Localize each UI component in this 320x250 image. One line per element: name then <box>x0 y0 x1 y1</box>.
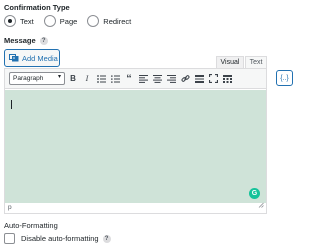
horizontal-rule-icon[interactable] <box>193 73 205 85</box>
link-icon[interactable] <box>179 73 191 85</box>
format-dropdown-value: Paragraph <box>13 75 44 82</box>
resize-handle-icon[interactable] <box>258 202 264 212</box>
bullet-list-icon[interactable] <box>95 73 107 85</box>
align-left-icon[interactable] <box>137 73 149 85</box>
add-media-button[interactable]: Add Media <box>4 49 60 67</box>
fullscreen-icon[interactable] <box>207 73 219 85</box>
grammarly-icon[interactable]: G <box>249 188 260 199</box>
help-icon[interactable]: ? <box>39 36 48 45</box>
auto-formatting-option: Disable auto-formatting ? <box>4 233 111 244</box>
italic-icon[interactable]: I <box>81 73 93 85</box>
message-field-label: Message ? <box>4 36 48 45</box>
merge-tags-button[interactable]: {..} <box>276 70 293 86</box>
text-caret <box>11 100 12 109</box>
confirmation-type-radios: Text Page Redirect <box>4 14 141 28</box>
chevron-down-icon: ▾ <box>57 74 61 80</box>
radio-text-label: Text <box>20 16 34 26</box>
radio-circle-redirect[interactable] <box>87 15 100 27</box>
disable-auto-formatting-label[interactable]: Disable auto-formatting <box>21 234 99 243</box>
bold-icon[interactable]: B <box>67 73 79 85</box>
align-center-icon[interactable] <box>151 73 163 85</box>
auto-formatting-label: Auto-Formatting <box>4 221 58 230</box>
confirmation-type-label: Confirmation Type <box>4 3 70 12</box>
radio-text[interactable]: Text <box>4 15 34 27</box>
align-right-icon[interactable] <box>165 73 177 85</box>
help-icon[interactable]: ? <box>102 234 111 243</box>
blockquote-icon[interactable]: “ <box>123 73 135 85</box>
tab-visual[interactable]: Visual <box>216 56 244 68</box>
add-media-label: Add Media <box>22 53 58 63</box>
tab-text[interactable]: Text <box>245 56 267 68</box>
format-dropdown[interactable]: Paragraph ▾ <box>9 72 65 85</box>
editor-content-area[interactable]: G <box>5 90 266 203</box>
radio-page[interactable]: Page <box>43 15 78 27</box>
rich-text-editor: Paragraph ▾ B I “ G p <box>4 68 267 214</box>
editor-status-bar: p <box>5 202 266 213</box>
editor-toolbar: Paragraph ▾ B I “ <box>5 69 266 89</box>
radio-redirect-label: Redirect <box>103 16 132 26</box>
media-icon <box>9 53 22 64</box>
radio-page-label: Page <box>59 16 78 26</box>
disable-auto-formatting-checkbox[interactable] <box>4 233 15 244</box>
numbered-list-icon[interactable] <box>109 73 121 85</box>
radio-circle-text[interactable] <box>4 15 16 27</box>
element-path[interactable]: p <box>8 204 12 211</box>
radio-redirect[interactable]: Redirect <box>87 15 131 27</box>
toolbar-toggle-icon[interactable] <box>221 73 233 85</box>
message-label: Message <box>4 36 36 45</box>
radio-circle-page[interactable] <box>43 15 56 27</box>
